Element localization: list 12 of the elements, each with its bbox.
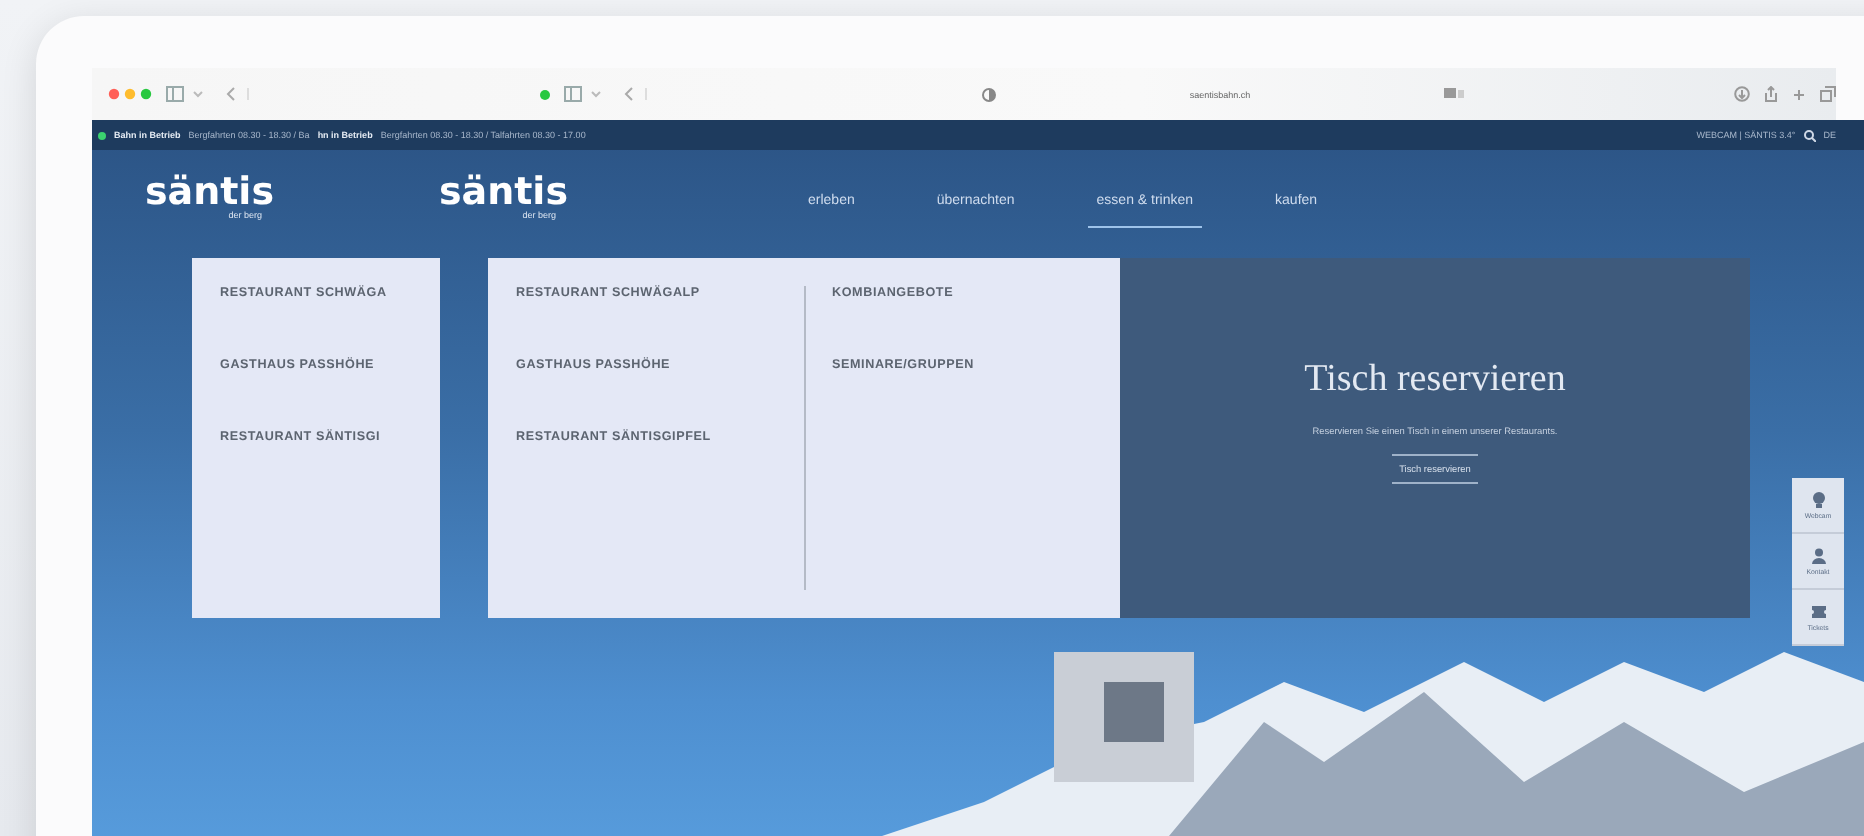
tabs-icon[interactable] bbox=[1820, 86, 1836, 102]
share-icon[interactable] bbox=[1764, 86, 1778, 102]
download-icon[interactable] bbox=[1734, 86, 1750, 102]
status-dot-icon bbox=[98, 131, 106, 139]
ticket-icon bbox=[1811, 603, 1825, 619]
translate-icon[interactable] bbox=[1444, 88, 1464, 100]
window-controls-icon[interactable] bbox=[108, 88, 152, 100]
person-icon bbox=[1811, 547, 1825, 563]
status-light-icon[interactable] bbox=[540, 89, 550, 99]
plus-icon[interactable] bbox=[1792, 87, 1806, 101]
promo-title: Tisch reservieren bbox=[1304, 358, 1566, 402]
search-icon[interactable] bbox=[1803, 129, 1816, 141]
